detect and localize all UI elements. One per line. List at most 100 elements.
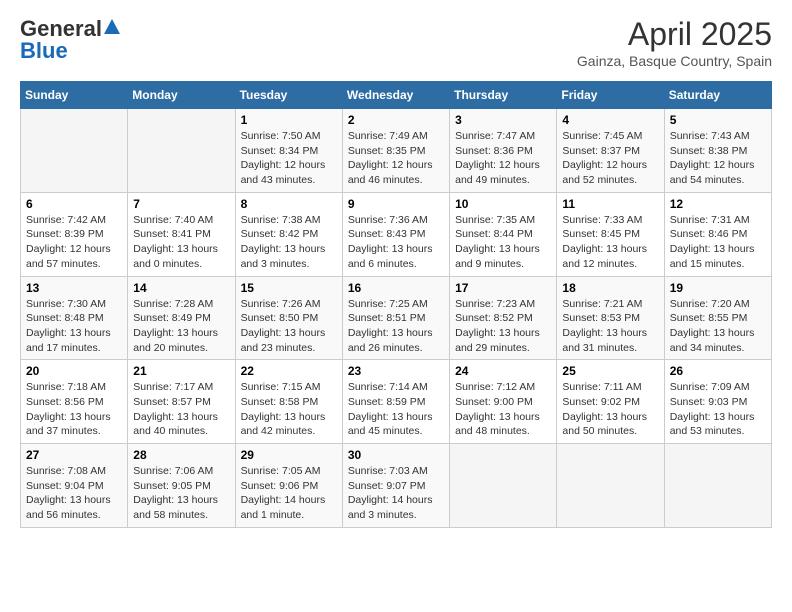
day-header: Tuesday — [235, 82, 342, 109]
day-number: 3 — [455, 113, 551, 127]
day-info: Sunrise: 7:05 AM Sunset: 9:06 PM Dayligh… — [241, 464, 337, 523]
calendar-cell: 17 Sunrise: 7:23 AM Sunset: 8:52 PM Dayli… — [450, 276, 557, 360]
day-number: 2 — [348, 113, 444, 127]
calendar-cell: 9Sunrise: 7:36 AM Sunset: 8:43 PM Daylig… — [342, 192, 449, 276]
day-info: Sunrise: 7:08 AM Sunset: 9:04 PM Dayligh… — [26, 464, 122, 523]
day-header: Friday — [557, 82, 664, 109]
day-number: 7 — [133, 197, 229, 211]
calendar-cell: 4 Sunrise: 7:45 AM Sunset: 8:37 PM Daylig… — [557, 109, 664, 193]
day-info: Sunrise: 7:23 AM Sunset: 8:52 PM Dayligh… — [455, 297, 551, 356]
day-info: Sunrise: 7:09 AM Sunset: 9:03 PM Dayligh… — [670, 380, 766, 439]
calendar-cell: 20Sunrise: 7:18 AM Sunset: 8:56 PM Dayli… — [21, 360, 128, 444]
day-number: 20 — [26, 364, 122, 378]
day-info: Sunrise: 7:14 AM Sunset: 8:59 PM Dayligh… — [348, 380, 444, 439]
day-info: Sunrise: 7:45 AM Sunset: 8:37 PM Dayligh… — [562, 129, 658, 188]
calendar-table: SundayMondayTuesdayWednesdayThursdayFrid… — [20, 81, 772, 528]
day-number: 27 — [26, 448, 122, 462]
day-number: 10 — [455, 197, 551, 211]
day-header: Monday — [128, 82, 235, 109]
day-number: 28 — [133, 448, 229, 462]
calendar-cell: 5 Sunrise: 7:43 AM Sunset: 8:38 PM Daylig… — [664, 109, 771, 193]
calendar-cell: 3 Sunrise: 7:47 AM Sunset: 8:36 PM Daylig… — [450, 109, 557, 193]
day-number: 1 — [241, 113, 337, 127]
calendar-week: 13 Sunrise: 7:30 AM Sunset: 8:48 PM Dayli… — [21, 276, 772, 360]
day-header: Wednesday — [342, 82, 449, 109]
day-number: 29 — [241, 448, 337, 462]
calendar-cell: 8Sunrise: 7:38 AM Sunset: 8:42 PM Daylig… — [235, 192, 342, 276]
calendar-cell: 22Sunrise: 7:15 AM Sunset: 8:58 PM Dayli… — [235, 360, 342, 444]
day-info: Sunrise: 7:50 AM Sunset: 8:34 PM Dayligh… — [241, 129, 337, 188]
location: Gainza, Basque Country, Spain — [577, 53, 772, 69]
calendar-week: 1 Sunrise: 7:50 AM Sunset: 8:34 PM Daylig… — [21, 109, 772, 193]
day-number: 17 — [455, 281, 551, 295]
day-number: 14 — [133, 281, 229, 295]
logo: General Blue — [20, 16, 121, 64]
header-row: SundayMondayTuesdayWednesdayThursdayFrid… — [21, 82, 772, 109]
day-info: Sunrise: 7:40 AM Sunset: 8:41 PM Dayligh… — [133, 213, 229, 272]
calendar-cell: 23 Sunrise: 7:14 AM Sunset: 8:59 PM Dayli… — [342, 360, 449, 444]
day-number: 4 — [562, 113, 658, 127]
main-container: General Blue April 2025 Gainza, Basque C… — [0, 0, 792, 544]
logo-blue: Blue — [20, 38, 68, 64]
day-info: Sunrise: 7:06 AM Sunset: 9:05 PM Dayligh… — [133, 464, 229, 523]
day-number: 26 — [670, 364, 766, 378]
day-number: 5 — [670, 113, 766, 127]
calendar-cell: 28 Sunrise: 7:06 AM Sunset: 9:05 PM Dayli… — [128, 444, 235, 528]
calendar-cell — [557, 444, 664, 528]
day-number: 16 — [348, 281, 444, 295]
calendar-cell: 29 Sunrise: 7:05 AM Sunset: 9:06 PM Dayli… — [235, 444, 342, 528]
calendar-cell: 26 Sunrise: 7:09 AM Sunset: 9:03 PM Dayli… — [664, 360, 771, 444]
calendar-cell: 13 Sunrise: 7:30 AM Sunset: 8:48 PM Dayli… — [21, 276, 128, 360]
day-info: Sunrise: 7:21 AM Sunset: 8:53 PM Dayligh… — [562, 297, 658, 356]
calendar-cell: 18 Sunrise: 7:21 AM Sunset: 8:53 PM Dayli… — [557, 276, 664, 360]
day-number: 23 — [348, 364, 444, 378]
title-block: April 2025 Gainza, Basque Country, Spain — [577, 16, 772, 69]
calendar-cell: 1 Sunrise: 7:50 AM Sunset: 8:34 PM Daylig… — [235, 109, 342, 193]
calendar-cell: 12 Sunrise: 7:31 AM Sunset: 8:46 PM Dayli… — [664, 192, 771, 276]
day-info: Sunrise: 7:31 AM Sunset: 8:46 PM Dayligh… — [670, 213, 766, 272]
calendar-cell: 6 Sunrise: 7:42 AM Sunset: 8:39 PM Daylig… — [21, 192, 128, 276]
day-number: 15 — [241, 281, 337, 295]
day-info: Sunrise: 7:42 AM Sunset: 8:39 PM Dayligh… — [26, 213, 122, 272]
day-number: 19 — [670, 281, 766, 295]
day-info: Sunrise: 7:26 AM Sunset: 8:50 PM Dayligh… — [241, 297, 337, 356]
calendar-cell: 30 Sunrise: 7:03 AM Sunset: 9:07 PM Dayli… — [342, 444, 449, 528]
day-number: 8 — [241, 197, 337, 211]
day-info: Sunrise: 7:30 AM Sunset: 8:48 PM Dayligh… — [26, 297, 122, 356]
day-header: Saturday — [664, 82, 771, 109]
calendar-cell — [664, 444, 771, 528]
calendar-week: 6 Sunrise: 7:42 AM Sunset: 8:39 PM Daylig… — [21, 192, 772, 276]
day-number: 21 — [133, 364, 229, 378]
day-info: Sunrise: 7:47 AM Sunset: 8:36 PM Dayligh… — [455, 129, 551, 188]
day-info: Sunrise: 7:03 AM Sunset: 9:07 PM Dayligh… — [348, 464, 444, 523]
calendar-cell: 24Sunrise: 7:12 AM Sunset: 9:00 PM Dayli… — [450, 360, 557, 444]
day-info: Sunrise: 7:20 AM Sunset: 8:55 PM Dayligh… — [670, 297, 766, 356]
header: General Blue April 2025 Gainza, Basque C… — [20, 16, 772, 69]
logo-icon — [103, 18, 121, 36]
day-number: 18 — [562, 281, 658, 295]
calendar-cell: 16Sunrise: 7:25 AM Sunset: 8:51 PM Dayli… — [342, 276, 449, 360]
calendar-cell: 14Sunrise: 7:28 AM Sunset: 8:49 PM Dayli… — [128, 276, 235, 360]
day-header: Sunday — [21, 82, 128, 109]
day-number: 13 — [26, 281, 122, 295]
day-number: 24 — [455, 364, 551, 378]
calendar-cell — [128, 109, 235, 193]
day-number: 30 — [348, 448, 444, 462]
calendar-cell: 27 Sunrise: 7:08 AM Sunset: 9:04 PM Dayli… — [21, 444, 128, 528]
calendar-cell: 7 Sunrise: 7:40 AM Sunset: 8:41 PM Daylig… — [128, 192, 235, 276]
day-number: 11 — [562, 197, 658, 211]
calendar-cell: 11Sunrise: 7:33 AM Sunset: 8:45 PM Dayli… — [557, 192, 664, 276]
calendar-cell: 25Sunrise: 7:11 AM Sunset: 9:02 PM Dayli… — [557, 360, 664, 444]
day-info: Sunrise: 7:11 AM Sunset: 9:02 PM Dayligh… — [562, 380, 658, 439]
calendar-cell: 10Sunrise: 7:35 AM Sunset: 8:44 PM Dayli… — [450, 192, 557, 276]
calendar-cell: 19 Sunrise: 7:20 AM Sunset: 8:55 PM Dayli… — [664, 276, 771, 360]
day-info: Sunrise: 7:49 AM Sunset: 8:35 PM Dayligh… — [348, 129, 444, 188]
calendar-cell: 15 Sunrise: 7:26 AM Sunset: 8:50 PM Dayli… — [235, 276, 342, 360]
day-number: 12 — [670, 197, 766, 211]
calendar-cell: 21 Sunrise: 7:17 AM Sunset: 8:57 PM Dayli… — [128, 360, 235, 444]
day-number: 6 — [26, 197, 122, 211]
calendar-cell — [21, 109, 128, 193]
calendar-week: 20Sunrise: 7:18 AM Sunset: 8:56 PM Dayli… — [21, 360, 772, 444]
day-info: Sunrise: 7:17 AM Sunset: 8:57 PM Dayligh… — [133, 380, 229, 439]
day-info: Sunrise: 7:43 AM Sunset: 8:38 PM Dayligh… — [670, 129, 766, 188]
